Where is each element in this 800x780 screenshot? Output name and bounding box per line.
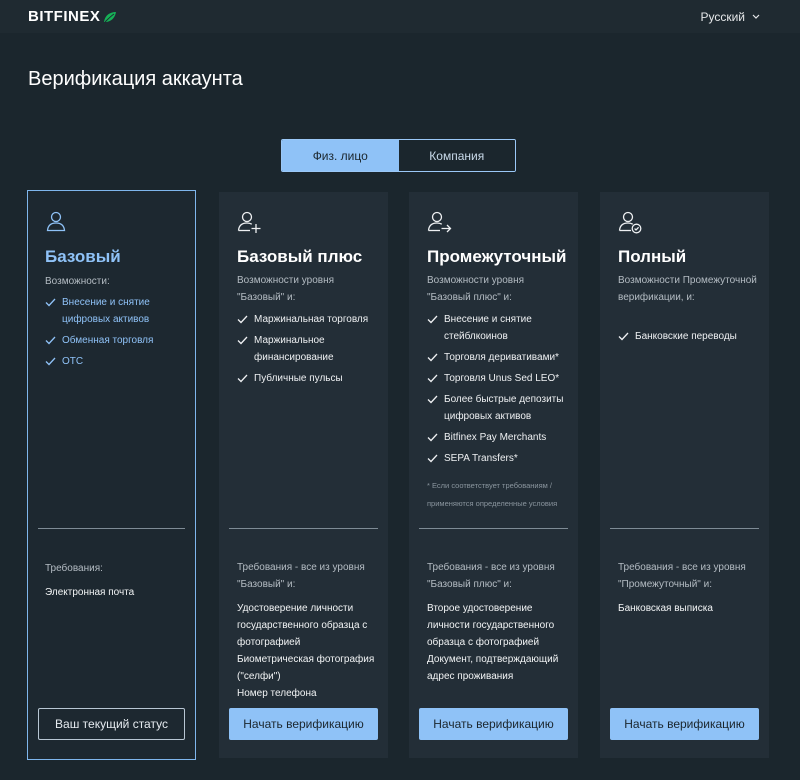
footnote: * Если соответствует требованиям / приме… bbox=[427, 481, 558, 508]
divider bbox=[229, 528, 378, 529]
level-card-full: Полный Возможности Промежуточной верифик… bbox=[600, 192, 769, 758]
user-icon bbox=[45, 209, 69, 238]
list-item: Электронная почта bbox=[45, 587, 135, 598]
check-icon bbox=[427, 431, 438, 448]
divider bbox=[610, 528, 759, 529]
requirements-list: Второе удостоверение личности государств… bbox=[427, 600, 572, 685]
requirements-list: Удостоверение личности государственного … bbox=[237, 600, 382, 702]
list-item: OTC bbox=[45, 353, 190, 370]
user-arrow-icon bbox=[427, 209, 453, 240]
logo-text: BITFINEX bbox=[28, 8, 101, 25]
features-label: Возможности уровня "Базовый" и: bbox=[237, 275, 335, 303]
list-item: Биометрическая фотография ("селфи") bbox=[237, 654, 375, 682]
start-verification-button[interactable]: Начать верификацию bbox=[419, 708, 568, 740]
language-label: Русский bbox=[700, 9, 745, 24]
features-list: Маржинальная торговля Маржинальное финан… bbox=[237, 311, 382, 391]
list-item: Удостоверение личности государственного … bbox=[237, 603, 368, 648]
check-icon bbox=[45, 334, 56, 351]
level-card-intermediate: Промежуточный Возможности уровня "Базовы… bbox=[409, 192, 578, 758]
level-title: Базовый плюс bbox=[237, 247, 363, 266]
requirements-list: Электронная почта bbox=[45, 584, 190, 601]
tab-individual[interactable]: Физ. лицо bbox=[282, 140, 399, 171]
tab-company[interactable]: Компания bbox=[398, 140, 515, 171]
list-item: Второе удостоверение личности государств… bbox=[427, 603, 555, 648]
level-title: Полный bbox=[618, 247, 687, 266]
check-icon bbox=[427, 452, 438, 469]
list-item: Bitfinex Pay Merchants bbox=[427, 429, 572, 446]
list-item: Банковские переводы bbox=[618, 328, 763, 345]
level-title: Промежуточный bbox=[427, 247, 567, 266]
level-card-basic: Базовый Возможности: Внесение и снятие ц… bbox=[27, 190, 196, 760]
requirements-list: Банковская выписка bbox=[618, 600, 763, 617]
check-icon bbox=[237, 372, 248, 389]
user-check-icon bbox=[618, 209, 644, 240]
top-bar: BITFINEX Русский bbox=[0, 0, 800, 33]
check-icon bbox=[427, 372, 438, 389]
list-item: Маржинальная торговля bbox=[237, 311, 382, 328]
requirements-label: Требования - все из уровня "Промежуточны… bbox=[618, 562, 746, 590]
check-icon bbox=[237, 313, 248, 330]
list-item: Банковская выписка bbox=[618, 603, 713, 614]
language-selector[interactable]: Русский bbox=[700, 10, 760, 24]
features-label: Возможности уровня "Базовый плюс" и: bbox=[427, 275, 525, 303]
list-item: Документ, подтверждающий адрес проживани… bbox=[427, 654, 559, 682]
list-item: Номер телефона bbox=[237, 688, 317, 699]
features-label: Возможности Промежуточной верификации, и… bbox=[618, 275, 757, 303]
list-item: Обменная торговля bbox=[45, 332, 190, 349]
check-icon bbox=[427, 393, 438, 410]
check-icon bbox=[427, 313, 438, 330]
bitfinex-logo[interactable]: BITFINEX bbox=[28, 8, 117, 25]
list-item: Внесение и снятие цифровых активов bbox=[45, 294, 190, 328]
list-item: Публичные пульсы bbox=[237, 370, 382, 387]
list-item: Маржинальное финансирование bbox=[237, 332, 382, 366]
list-item: Торговля деривативами* bbox=[427, 349, 572, 366]
check-icon bbox=[45, 296, 56, 313]
features-list: Банковские переводы bbox=[618, 328, 763, 349]
divider bbox=[38, 528, 185, 529]
list-item: Торговля Unus Sed LEO* bbox=[427, 370, 572, 387]
features-list: Внесение и снятие цифровых активов Обмен… bbox=[45, 294, 190, 374]
check-icon bbox=[427, 351, 438, 368]
check-icon bbox=[618, 330, 629, 347]
user-plus-icon bbox=[237, 209, 263, 240]
account-type-toggle: Физ. лицо Компания bbox=[281, 139, 516, 172]
list-item: SEPA Transfers* bbox=[427, 450, 572, 467]
check-icon bbox=[45, 355, 56, 372]
list-item: Более быстрые депозиты цифровых активов bbox=[427, 391, 572, 425]
check-icon bbox=[237, 334, 248, 351]
requirements-label: Требования - все из уровня "Базовый плюс… bbox=[427, 562, 555, 590]
features-list: Внесение и снятие стейблкоинов Торговля … bbox=[427, 311, 572, 471]
start-verification-button[interactable]: Начать верификацию bbox=[229, 708, 378, 740]
level-title: Базовый bbox=[45, 247, 121, 266]
page-title: Верификация аккаунта bbox=[28, 68, 243, 90]
requirements-label: Требования: bbox=[45, 563, 103, 574]
leaf-icon bbox=[103, 11, 117, 23]
divider bbox=[419, 528, 568, 529]
chevron-down-icon bbox=[752, 14, 760, 20]
level-card-basic-plus: Базовый плюс Возможности уровня "Базовый… bbox=[219, 192, 388, 758]
features-label: Возможности: bbox=[45, 276, 110, 287]
requirements-label: Требования - все из уровня "Базовый" и: bbox=[237, 562, 365, 590]
start-verification-button[interactable]: Начать верификацию bbox=[610, 708, 759, 740]
list-item: Внесение и снятие стейблкоинов bbox=[427, 311, 572, 345]
current-status-button[interactable]: Ваш текущий статус bbox=[38, 708, 185, 740]
